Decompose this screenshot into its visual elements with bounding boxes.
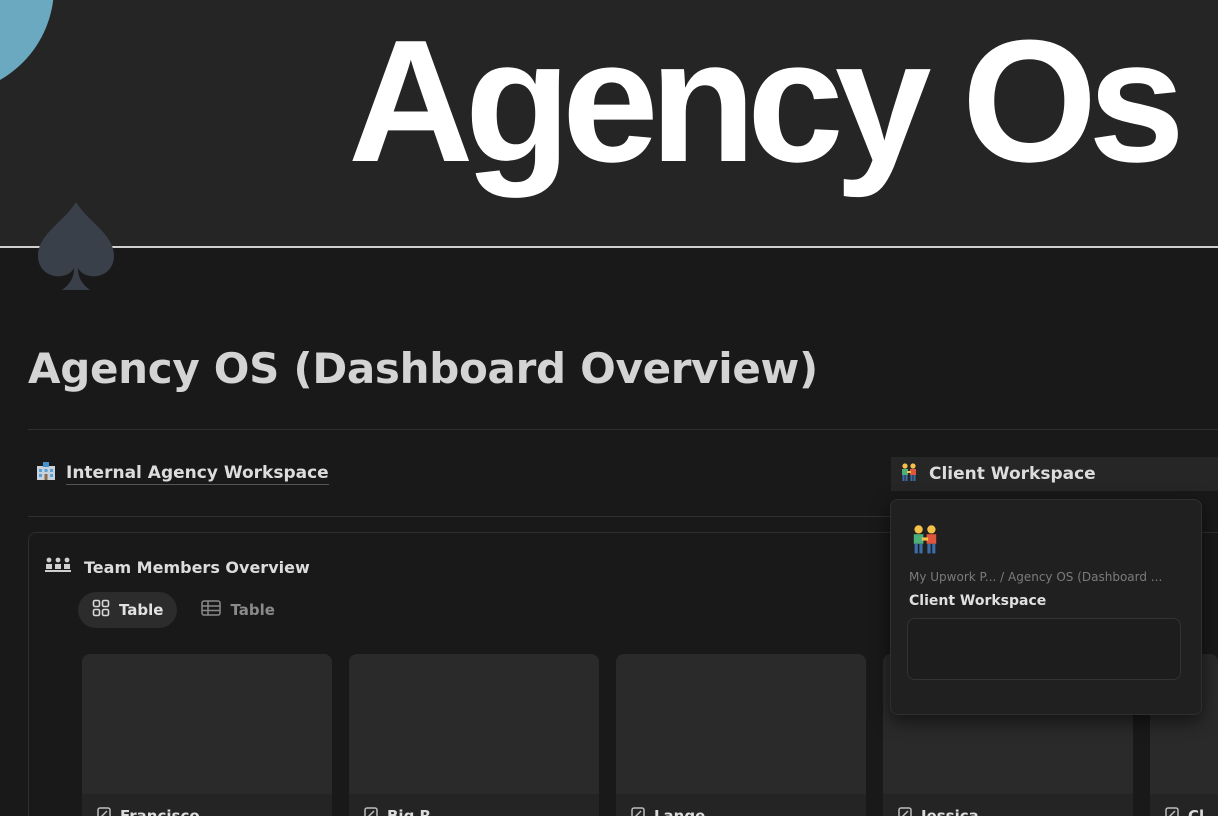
tab-label: Table — [119, 601, 164, 619]
internal-workspace-label: Internal Agency Workspace — [66, 462, 329, 485]
tab-table-view[interactable]: Table — [187, 592, 288, 628]
popup-breadcrumb: My Upwork P... / Agency OS (Dashboard ..… — [909, 570, 1163, 584]
people-holding-hands-icon — [899, 462, 919, 486]
card-label: Big R — [387, 807, 432, 816]
links-divider — [28, 516, 890, 517]
page-cover[interactable]: Agency Os — [0, 0, 1218, 246]
tab-gallery-view[interactable]: Table — [78, 592, 178, 628]
tab-label: Table — [230, 601, 275, 619]
title-divider — [28, 429, 1218, 430]
cover-divider — [0, 246, 1218, 248]
page-title[interactable]: Agency OS (Dashboard Overview) — [28, 344, 818, 393]
page-link-icon — [897, 806, 913, 816]
gallery-card[interactable]: Francisco — [82, 654, 332, 816]
card-label: Jessica — [921, 807, 979, 816]
popup-content-preview — [907, 618, 1181, 680]
card-title: Cl — [1164, 806, 1204, 816]
cover-title: Agency Os — [348, 3, 1185, 198]
team-members-icon — [44, 556, 72, 578]
page-link-icon — [630, 806, 646, 816]
view-tabs: Table Table — [78, 592, 289, 628]
card-label: Cl — [1188, 807, 1205, 816]
popup-title: Client Workspace — [909, 593, 1047, 609]
spade-icon[interactable] — [34, 196, 118, 296]
cover-circle-decoration — [0, 0, 54, 94]
people-holding-hands-icon — [909, 524, 941, 558]
client-workspace-label: Client Workspace — [929, 463, 1096, 484]
card-cover — [349, 654, 599, 794]
card-label: Francisco — [120, 807, 200, 816]
card-label: Lange — [654, 807, 706, 816]
database-title[interactable]: Team Members Overview — [44, 556, 310, 578]
page-link-icon — [363, 806, 379, 816]
gallery-card[interactable]: Big R — [349, 654, 599, 816]
gallery-icon — [92, 599, 110, 621]
card-cover — [82, 654, 332, 794]
card-title: Francisco — [96, 806, 200, 816]
notion-page: Agency Os Agency OS (Dashboard Overview)… — [0, 0, 1218, 816]
internal-workspace-link[interactable]: Internal Agency Workspace — [36, 462, 329, 485]
gallery-card[interactable]: Lange — [616, 654, 866, 816]
link-preview-popup[interactable]: My Upwork P... / Agency OS (Dashboard ..… — [890, 499, 1202, 715]
table-icon — [201, 600, 222, 620]
card-title: Big R — [363, 806, 431, 816]
page-link-icon — [96, 806, 112, 816]
card-title: Jessica — [897, 806, 979, 816]
database-title-label: Team Members Overview — [84, 557, 310, 577]
card-title: Lange — [630, 806, 705, 816]
page-link-icon — [1164, 806, 1180, 816]
card-cover — [616, 654, 866, 794]
client-workspace-link[interactable]: Client Workspace — [891, 457, 1218, 491]
office-building-icon — [36, 462, 56, 485]
